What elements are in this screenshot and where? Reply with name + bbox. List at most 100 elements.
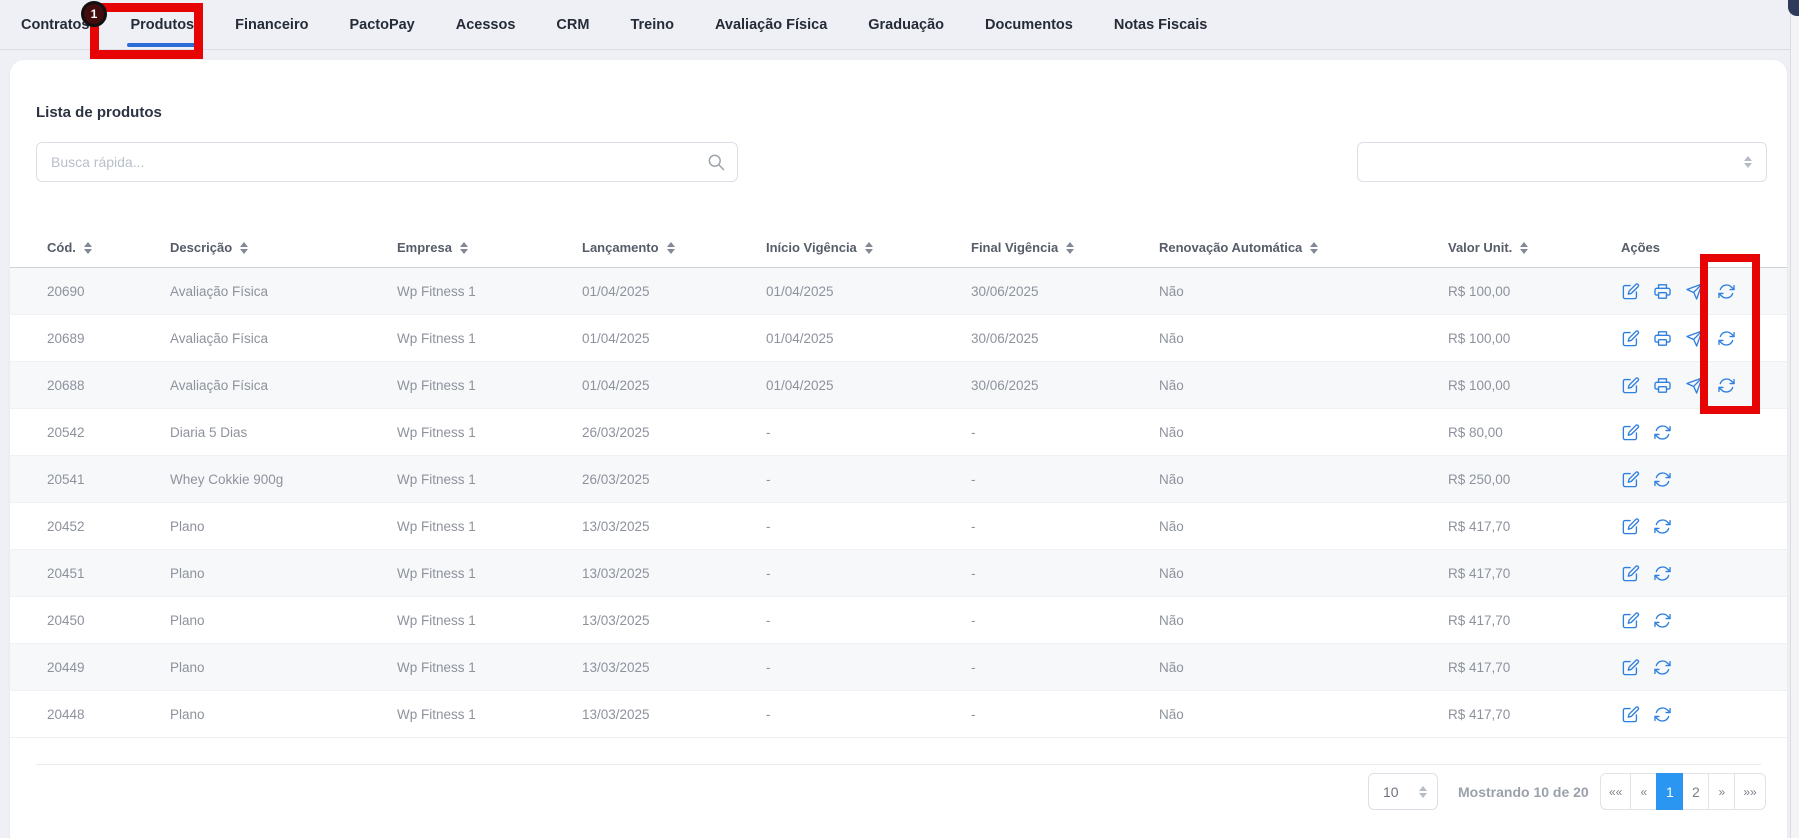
page-1-button[interactable]: 1 — [1656, 773, 1683, 810]
table-row: 20451 Plano Wp Fitness 1 13/03/2025 - - … — [10, 550, 1787, 597]
filter-select[interactable] — [1357, 142, 1767, 182]
refresh-icon — [1653, 564, 1672, 583]
column-header-descricao[interactable]: Descrição — [170, 240, 397, 255]
cell-lancamento: 13/03/2025 — [582, 707, 766, 722]
edit-action-button[interactable] — [1621, 423, 1640, 442]
sort-icon — [84, 242, 92, 254]
page-prev-button[interactable]: « — [1630, 773, 1657, 810]
send-action-button[interactable] — [1685, 282, 1704, 301]
cell-final-vigencia: - — [971, 707, 1159, 722]
page-size-select[interactable]: 10 — [1368, 773, 1438, 810]
tab-graduacao[interactable]: Graduação — [868, 0, 944, 49]
tab-pactopay[interactable]: PactoPay — [349, 0, 414, 49]
refresh-action-button[interactable] — [1653, 658, 1672, 677]
tab-notas-fiscais[interactable]: Notas Fiscais — [1114, 0, 1208, 49]
edit-action-button[interactable] — [1621, 564, 1640, 583]
cell-final-vigencia: 30/06/2025 — [971, 378, 1159, 393]
sort-icon — [1066, 242, 1074, 254]
page-2-button[interactable]: 2 — [1682, 773, 1709, 810]
tab-produtos[interactable]: Produtos — [130, 0, 194, 49]
cell-empresa: Wp Fitness 1 — [397, 284, 582, 299]
edit-action-button[interactable] — [1621, 611, 1640, 630]
edit-action-button[interactable] — [1621, 705, 1640, 724]
cell-inicio-vigencia: - — [766, 425, 971, 440]
tab-treino[interactable]: Treino — [630, 0, 674, 49]
edit-action-button[interactable] — [1621, 282, 1640, 301]
edit-icon — [1621, 564, 1640, 583]
refresh-action-button[interactable] — [1717, 329, 1736, 348]
refresh-action-button[interactable] — [1653, 423, 1672, 442]
cell-cod: 20451 — [47, 566, 170, 581]
page-scrollbar[interactable] — [1790, 0, 1799, 838]
refresh-action-button[interactable] — [1653, 611, 1672, 630]
refresh-action-button[interactable] — [1653, 517, 1672, 536]
column-header-cod[interactable]: Cód. — [47, 240, 170, 255]
column-header-final-vigencia[interactable]: Final Vigência — [971, 240, 1159, 255]
cell-renovacao-automatica: Não — [1159, 472, 1448, 487]
products-panel: Lista de produtos Cód. Descrição Empresa… — [10, 60, 1787, 838]
tab-contratos[interactable]: Contratos — [21, 0, 89, 49]
actions-cell — [1621, 329, 1771, 348]
cell-descricao: Plano — [170, 566, 397, 581]
edit-action-button[interactable] — [1621, 470, 1640, 489]
column-header-empresa[interactable]: Empresa — [397, 240, 582, 255]
edit-action-button[interactable] — [1621, 329, 1640, 348]
search-icon — [706, 152, 726, 172]
actions-cell — [1621, 611, 1771, 630]
edit-icon — [1621, 705, 1640, 724]
refresh-action-button[interactable] — [1717, 376, 1736, 395]
refresh-action-button[interactable] — [1717, 282, 1736, 301]
cell-final-vigencia: - — [971, 660, 1159, 675]
edit-action-button[interactable] — [1621, 658, 1640, 677]
column-header-lancamento[interactable]: Lançamento — [582, 240, 766, 255]
actions-cell — [1621, 423, 1771, 442]
refresh-icon — [1653, 423, 1672, 442]
send-action-button[interactable] — [1685, 329, 1704, 348]
edit-action-button[interactable] — [1621, 517, 1640, 536]
column-header-renovacao-automatica[interactable]: Renovação Automática — [1159, 240, 1448, 255]
quick-search-input[interactable] — [36, 142, 738, 182]
table-header: Cód. Descrição Empresa Lançamento Início… — [10, 228, 1787, 268]
column-header-valor-unit[interactable]: Valor Unit. — [1448, 240, 1621, 255]
page-next-button[interactable]: » — [1708, 773, 1735, 810]
tab-crm[interactable]: CRM — [556, 0, 589, 49]
print-action-button[interactable] — [1653, 282, 1672, 301]
page-first-button[interactable]: «« — [1600, 773, 1631, 810]
page: Contratos Produtos Financeiro PactoPay A… — [0, 0, 1799, 838]
sort-icon — [1310, 242, 1318, 254]
refresh-action-button[interactable] — [1653, 705, 1672, 724]
page-last-button[interactable]: »» — [1734, 773, 1765, 810]
tab-avaliacao-fisica[interactable]: Avaliação Física — [715, 0, 827, 49]
tab-financeiro[interactable]: Financeiro — [235, 0, 308, 49]
cell-valor-unit: R$ 417,70 — [1448, 519, 1621, 534]
send-action-button[interactable] — [1685, 376, 1704, 395]
actions-cell — [1621, 517, 1771, 536]
paper-plane-icon — [1685, 329, 1704, 348]
table-row: 20452 Plano Wp Fitness 1 13/03/2025 - - … — [10, 503, 1787, 550]
column-header-inicio-vigencia[interactable]: Início Vigência — [766, 240, 971, 255]
tab-bar: Contratos Produtos Financeiro PactoPay A… — [0, 0, 1790, 50]
print-action-button[interactable] — [1653, 376, 1672, 395]
cell-final-vigencia: - — [971, 425, 1159, 440]
tab-acessos[interactable]: Acessos — [456, 0, 516, 49]
print-action-button[interactable] — [1653, 329, 1672, 348]
cell-empresa: Wp Fitness 1 — [397, 425, 582, 440]
cell-cod: 20448 — [47, 707, 170, 722]
cell-valor-unit: R$ 80,00 — [1448, 425, 1621, 440]
cell-empresa: Wp Fitness 1 — [397, 331, 582, 346]
paper-plane-icon — [1685, 376, 1704, 395]
cell-final-vigencia: - — [971, 472, 1159, 487]
edit-action-button[interactable] — [1621, 376, 1640, 395]
tab-documentos[interactable]: Documentos — [985, 0, 1073, 49]
cell-empresa: Wp Fitness 1 — [397, 613, 582, 628]
cell-cod: 20542 — [47, 425, 170, 440]
refresh-action-button[interactable] — [1653, 564, 1672, 583]
cell-descricao: Avaliação Física — [170, 331, 397, 346]
cell-renovacao-automatica: Não — [1159, 425, 1448, 440]
cell-empresa: Wp Fitness 1 — [397, 566, 582, 581]
refresh-action-button[interactable] — [1653, 470, 1672, 489]
cell-cod: 20689 — [47, 331, 170, 346]
refresh-icon — [1653, 611, 1672, 630]
cell-cod: 20690 — [47, 284, 170, 299]
cell-cod: 20449 — [47, 660, 170, 675]
